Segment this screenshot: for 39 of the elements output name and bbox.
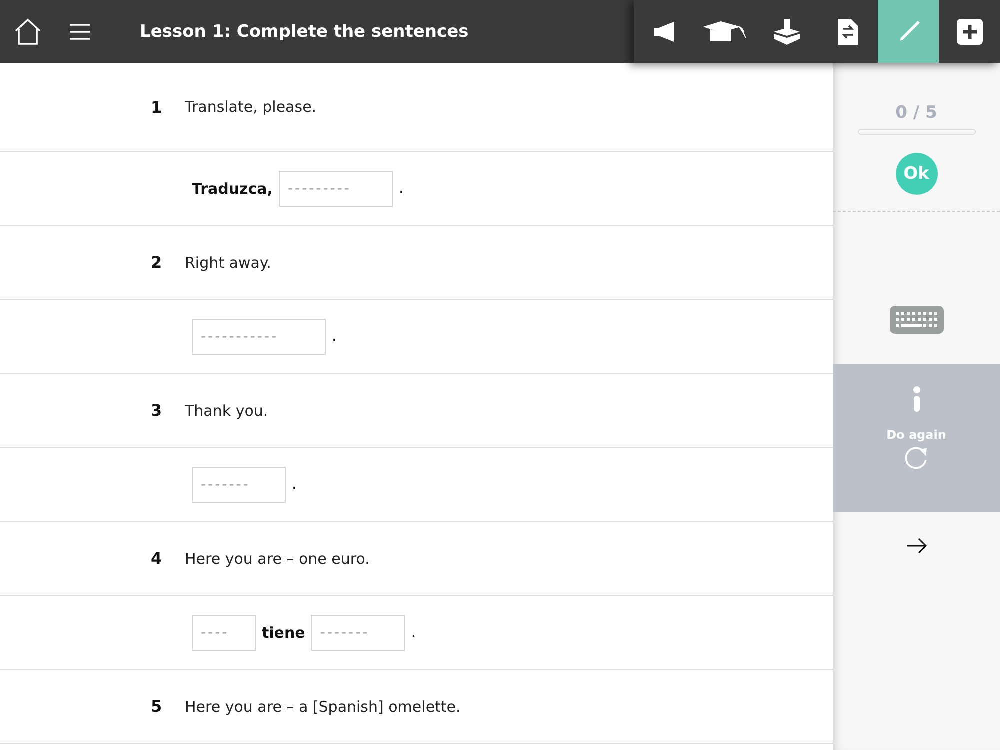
next-button[interactable] <box>906 538 928 554</box>
exercise-prompt: Here you are – a [Spanish] omelette. <box>185 698 461 716</box>
arrow-right-icon <box>906 538 928 554</box>
graduation-cap-icon <box>702 20 748 42</box>
document-swap-icon <box>838 18 858 44</box>
keyboard-icon <box>890 306 944 334</box>
home-icon <box>14 18 42 46</box>
exercise-number: 4 <box>151 549 164 568</box>
add-icon <box>956 18 982 44</box>
exercise-prompt: Here you are – one euro. <box>185 550 370 568</box>
answer-field[interactable]: ------- <box>311 614 406 650</box>
exercise-number: 2 <box>151 253 164 272</box>
exercise-prompt: Thank you. <box>185 402 268 420</box>
toolbar-button[interactable] <box>939 0 1000 63</box>
punctuation: . <box>398 178 404 198</box>
answer-field[interactable]: ------- <box>192 466 286 502</box>
punctuation: . <box>292 474 297 494</box>
answer-field[interactable]: ----------- <box>192 318 326 354</box>
info-icon <box>912 386 920 412</box>
ballot-box-icon <box>772 18 802 46</box>
score-text: 0 / 5 <box>896 103 938 123</box>
exercise-prompt: Translate, please. <box>185 98 317 116</box>
answer-word: tiene <box>262 624 306 642</box>
exercise-number: 1 <box>151 98 164 116</box>
toolbar-button[interactable] <box>634 0 695 63</box>
toolbar-button[interactable] <box>817 0 878 63</box>
keyboard-button[interactable] <box>890 306 944 334</box>
answer-field[interactable]: --------- <box>278 170 393 206</box>
exercise-number: 3 <box>151 401 164 420</box>
ok-button[interactable]: Ok <box>896 153 938 195</box>
do-again-button[interactable]: Do again <box>886 428 946 472</box>
exercise-number: 5 <box>151 697 164 716</box>
answer-field[interactable]: ---- <box>192 614 256 650</box>
punctuation: . <box>411 622 416 642</box>
answer-word: Traduzca, <box>192 180 273 198</box>
punctuation: . <box>332 326 337 346</box>
exercise-prompt: Right away. <box>185 254 272 272</box>
lesson-title: Lesson 1: Complete the sentences <box>140 22 470 42</box>
menu-icon <box>69 22 91 40</box>
